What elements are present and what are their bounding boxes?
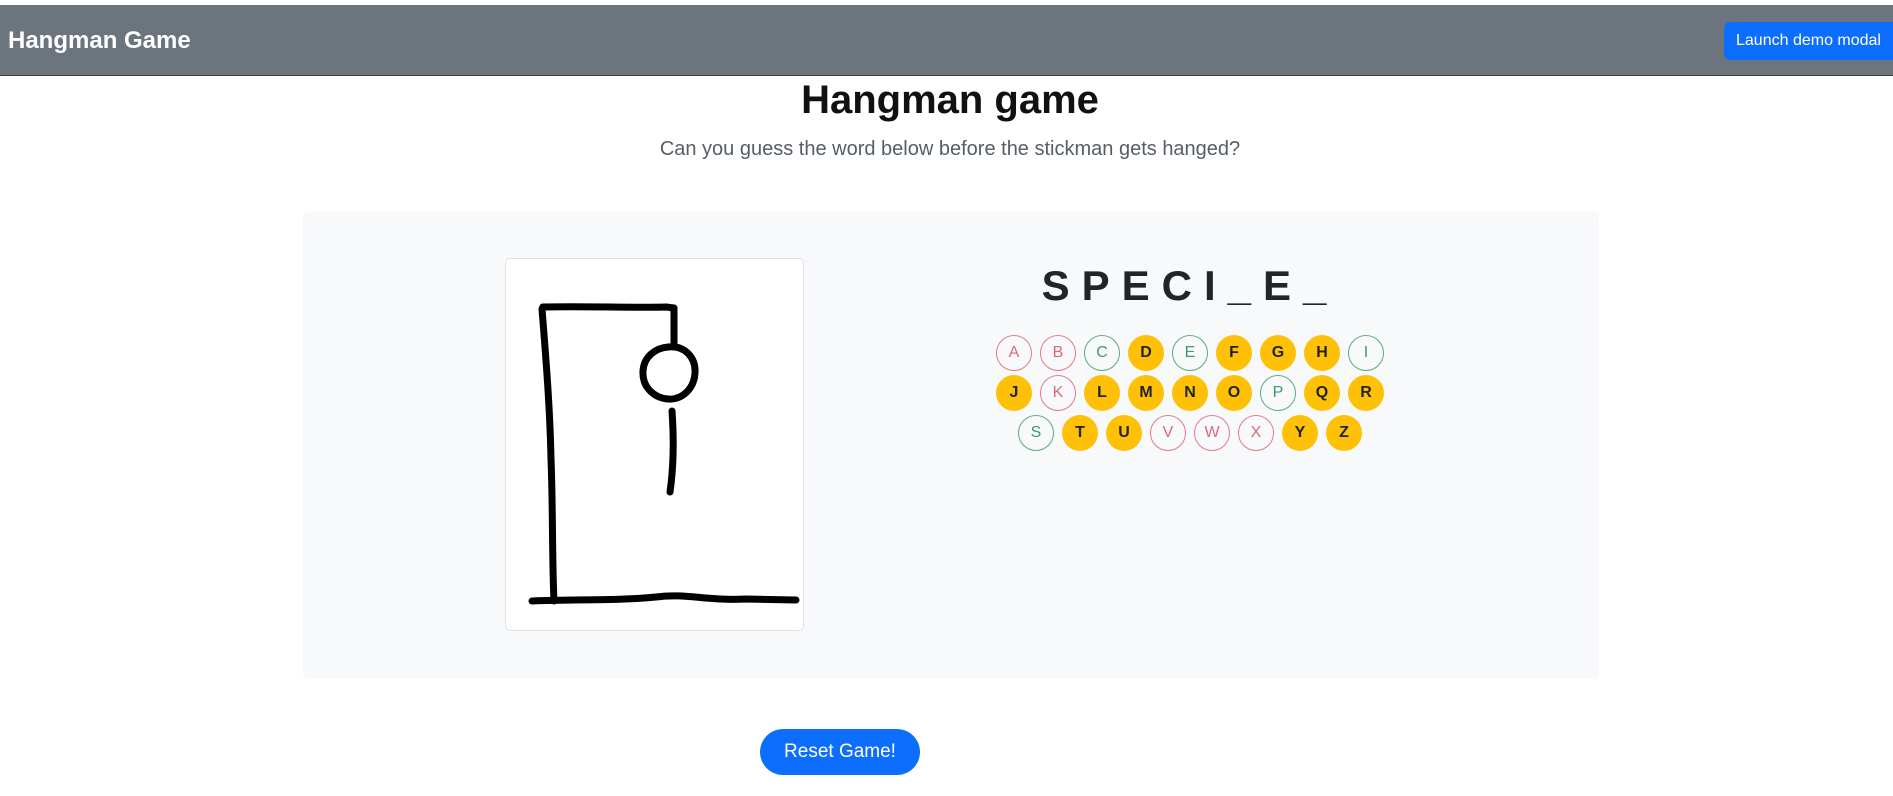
letter-button-k[interactable]: K <box>1040 375 1076 411</box>
letter-button-f[interactable]: F <box>1216 335 1252 371</box>
letter-button-x[interactable]: X <box>1238 415 1274 451</box>
letter-button-d[interactable]: D <box>1128 335 1164 371</box>
reset-game-button[interactable]: Reset Game! <box>760 729 920 775</box>
letter-keyboard: ABCDEFGHIJKLMNOPQRSTUVWXYZ <box>940 335 1440 455</box>
letter-row: STUVWXYZ <box>940 415 1440 453</box>
letter-button-a[interactable]: A <box>996 335 1032 371</box>
hangman-drawing-card <box>505 258 804 631</box>
page-title: Hangman game <box>801 78 1099 122</box>
navbar: Hangman Game Launch demo modal <box>0 5 1893 76</box>
letter-button-c[interactable]: C <box>1084 335 1120 371</box>
letter-row: JKLMNOPQR <box>940 375 1440 413</box>
letter-button-n[interactable]: N <box>1172 375 1208 411</box>
gallows-pole <box>538 303 558 605</box>
letter-button-r[interactable]: R <box>1348 375 1384 411</box>
letter-button-p[interactable]: P <box>1260 375 1296 411</box>
letter-button-u[interactable]: U <box>1106 415 1142 451</box>
hangman-drawing <box>528 303 800 605</box>
letter-button-h[interactable]: H <box>1304 335 1340 371</box>
page-subtitle: Can you guess the word below before the … <box>659 138 1241 160</box>
stickman-body <box>666 407 677 496</box>
letter-button-l[interactable]: L <box>1084 375 1120 411</box>
letter-button-m[interactable]: M <box>1128 375 1164 411</box>
letter-button-b[interactable]: B <box>1040 335 1076 371</box>
letter-button-e[interactable]: E <box>1172 335 1208 371</box>
letter-button-s[interactable]: S <box>1018 415 1054 451</box>
letter-button-t[interactable]: T <box>1062 415 1098 451</box>
letter-button-q[interactable]: Q <box>1304 375 1340 411</box>
letter-button-g[interactable]: G <box>1260 335 1296 371</box>
letter-button-i[interactable]: I <box>1348 335 1384 371</box>
gallows-base <box>528 592 800 605</box>
letter-button-j[interactable]: J <box>996 375 1032 411</box>
letter-button-y[interactable]: Y <box>1282 415 1318 451</box>
letter-button-z[interactable]: Z <box>1326 415 1362 451</box>
letter-button-o[interactable]: O <box>1216 375 1252 411</box>
letter-button-v[interactable]: V <box>1150 415 1186 451</box>
gallows-beam <box>539 303 678 312</box>
navbar-brand[interactable]: Hangman Game <box>8 27 191 55</box>
word-display: SPECI_E_ <box>1041 262 1339 309</box>
letter-row: ABCDEFGHI <box>940 335 1440 373</box>
letter-button-w[interactable]: W <box>1194 415 1230 451</box>
stickman-head <box>639 343 699 403</box>
launch-demo-modal-button[interactable]: Launch demo modal <box>1724 22 1893 60</box>
